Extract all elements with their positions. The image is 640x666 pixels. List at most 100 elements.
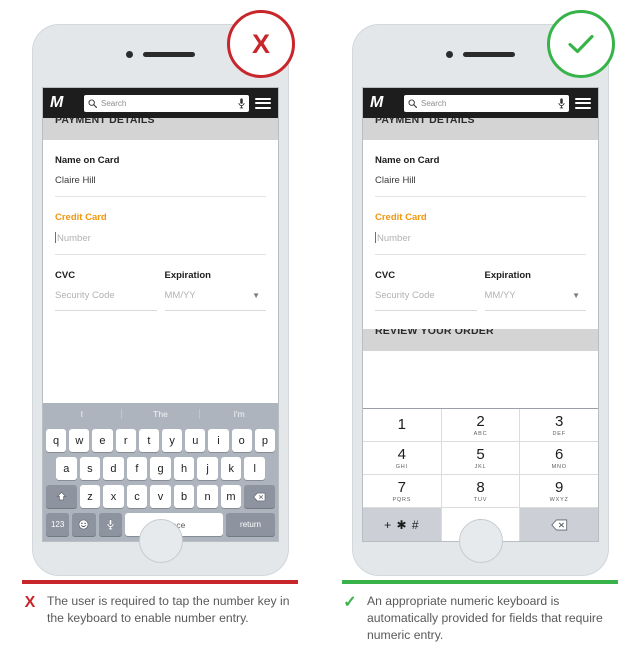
field-expiration: Expiration MM/YY ▼	[484, 270, 587, 311]
check-mark-icon: ✓	[343, 594, 357, 611]
name-on-card-label: Name on Card	[375, 155, 440, 166]
expiration-label: Expiration	[484, 270, 531, 281]
expiration-underline	[164, 310, 266, 311]
app-logo[interactable]: M	[370, 94, 398, 112]
cvc-label: CVC	[375, 270, 396, 281]
expiration-value: MM/YY	[164, 290, 196, 301]
key-w[interactable]: w	[69, 429, 90, 452]
key-a[interactable]: a	[55, 457, 77, 480]
prediction-1[interactable]: I	[43, 409, 121, 419]
expiration-label: Expiration	[164, 270, 211, 281]
emoji-key[interactable]	[72, 513, 96, 536]
key-r[interactable]: r	[115, 429, 136, 452]
key-o[interactable]: o	[231, 429, 252, 452]
microphone-icon[interactable]	[558, 97, 565, 109]
numpad-key-symbols[interactable]: + ✱ #	[363, 508, 442, 541]
x-mark-icon: X	[24, 594, 36, 611]
credit-card-input[interactable]: Number	[375, 232, 586, 244]
app-logo[interactable]: M	[50, 94, 78, 112]
check-icon	[568, 34, 594, 54]
key-j[interactable]: j	[197, 457, 218, 480]
cvc-label: CVC	[55, 270, 76, 281]
key-q[interactable]: q	[45, 429, 67, 452]
field-credit-card: Credit Card Number	[375, 197, 586, 255]
numpad-key-5[interactable]: 5 JKL	[441, 442, 521, 475]
numpad-key-backspace[interactable]	[520, 508, 598, 541]
key-c[interactable]: c	[126, 485, 148, 508]
payment-form: Name on Card Claire Hill Credit Card Num…	[43, 140, 278, 321]
numpad-key-7[interactable]: 7 PQRS	[363, 475, 442, 508]
expiration-underline	[484, 310, 586, 311]
panel-correct-example: M Search PAYMENT DETAILS Name on Card Cl…	[320, 0, 640, 666]
section-title-2: REVIEW YOUR ORDER	[375, 329, 494, 337]
caption-text: An appropriate numeric keyboard is autom…	[367, 594, 603, 642]
return-key[interactable]: return	[225, 513, 275, 536]
field-cvc: CVC Security Code	[375, 270, 485, 311]
numpad-key-4[interactable]: 4 GHI	[363, 442, 442, 475]
key-x[interactable]: x	[103, 485, 124, 508]
predictive-text-bar: I The I'm	[43, 403, 278, 424]
prediction-2[interactable]: The	[120, 408, 200, 419]
key-l[interactable]: l	[244, 457, 266, 480]
backspace-icon	[550, 518, 567, 531]
hamburger-menu-icon[interactable]	[575, 97, 591, 109]
payment-form: Name on Card Claire Hill Credit Card Num…	[363, 140, 598, 321]
home-button[interactable]	[458, 519, 503, 563]
numbers-key[interactable]: 123	[46, 513, 70, 536]
field-row-cvc-expiration: CVC Security Code Expiration MM/YY ▼	[375, 255, 586, 321]
numpad-row-3: 7 PQRS 8 TUV 9 WXYZ	[363, 475, 598, 508]
comparison-stage: X M Search PAYMENT DETAILS Name on Card …	[0, 0, 640, 666]
numpad-key-9[interactable]: 9 WXYZ	[520, 475, 598, 508]
expiration-select[interactable]: MM/YY ▼	[165, 290, 267, 301]
name-on-card-value[interactable]: Claire Hill	[55, 175, 266, 186]
caption-incorrect: X The user is required to tap the number…	[22, 593, 307, 627]
numpad-key-6[interactable]: 6 MNO	[520, 442, 598, 475]
backspace-key[interactable]	[244, 485, 275, 508]
numpad-key-3[interactable]: 3 DEF	[520, 409, 598, 442]
numpad-key-1[interactable]: 1	[363, 409, 442, 442]
shift-key[interactable]	[46, 485, 77, 508]
search-input[interactable]: Search	[84, 94, 249, 112]
backspace-icon	[253, 492, 266, 501]
phone-frame: M Search PAYMENT DETAILS Name on Card Cl…	[33, 25, 288, 575]
key-y[interactable]: y	[162, 429, 183, 452]
key-u[interactable]: u	[185, 429, 206, 452]
key-i[interactable]: i	[208, 429, 229, 452]
chevron-down-icon: ▼	[572, 291, 580, 300]
numpad-key-8[interactable]: 8 TUV	[441, 475, 521, 508]
key-v[interactable]: v	[150, 485, 171, 508]
key-h[interactable]: h	[173, 457, 195, 480]
cvc-underline	[375, 310, 477, 311]
name-on-card-value[interactable]: Claire Hill	[375, 175, 586, 186]
key-e[interactable]: e	[92, 429, 113, 452]
credit-card-label: Credit Card	[55, 212, 107, 223]
key-f[interactable]: f	[126, 457, 148, 480]
key-g[interactable]: g	[150, 457, 171, 480]
key-z[interactable]: z	[79, 485, 101, 508]
cvc-input[interactable]: Security Code	[375, 290, 477, 301]
credit-card-label: Credit Card	[375, 212, 427, 223]
key-m[interactable]: m	[220, 485, 242, 508]
key-n[interactable]: n	[197, 485, 218, 508]
numpad-key-2[interactable]: 2 ABC	[441, 409, 521, 442]
phone-screen: M Search PAYMENT DETAILS Name on Card Cl…	[362, 87, 599, 542]
hamburger-menu-icon[interactable]	[255, 97, 271, 109]
cvc-input[interactable]: Security Code	[55, 290, 157, 301]
key-k[interactable]: k	[220, 457, 242, 480]
home-button[interactable]	[138, 519, 183, 563]
microphone-icon[interactable]	[238, 97, 245, 109]
smiley-face-icon	[79, 519, 89, 530]
dictation-key[interactable]	[98, 513, 122, 536]
earpiece-speaker	[143, 52, 195, 57]
search-icon	[408, 98, 417, 108]
credit-card-input[interactable]: Number	[55, 232, 266, 244]
expiration-select[interactable]: MM/YY ▼	[485, 290, 587, 301]
key-b[interactable]: b	[173, 485, 195, 508]
key-d[interactable]: d	[103, 457, 124, 480]
section-title: PAYMENT DETAILS	[375, 118, 475, 126]
prediction-3[interactable]: I'm	[199, 408, 278, 419]
key-s[interactable]: s	[79, 457, 101, 480]
search-input[interactable]: Search	[404, 94, 569, 112]
key-p[interactable]: p	[254, 429, 276, 452]
key-t[interactable]: t	[138, 429, 159, 452]
